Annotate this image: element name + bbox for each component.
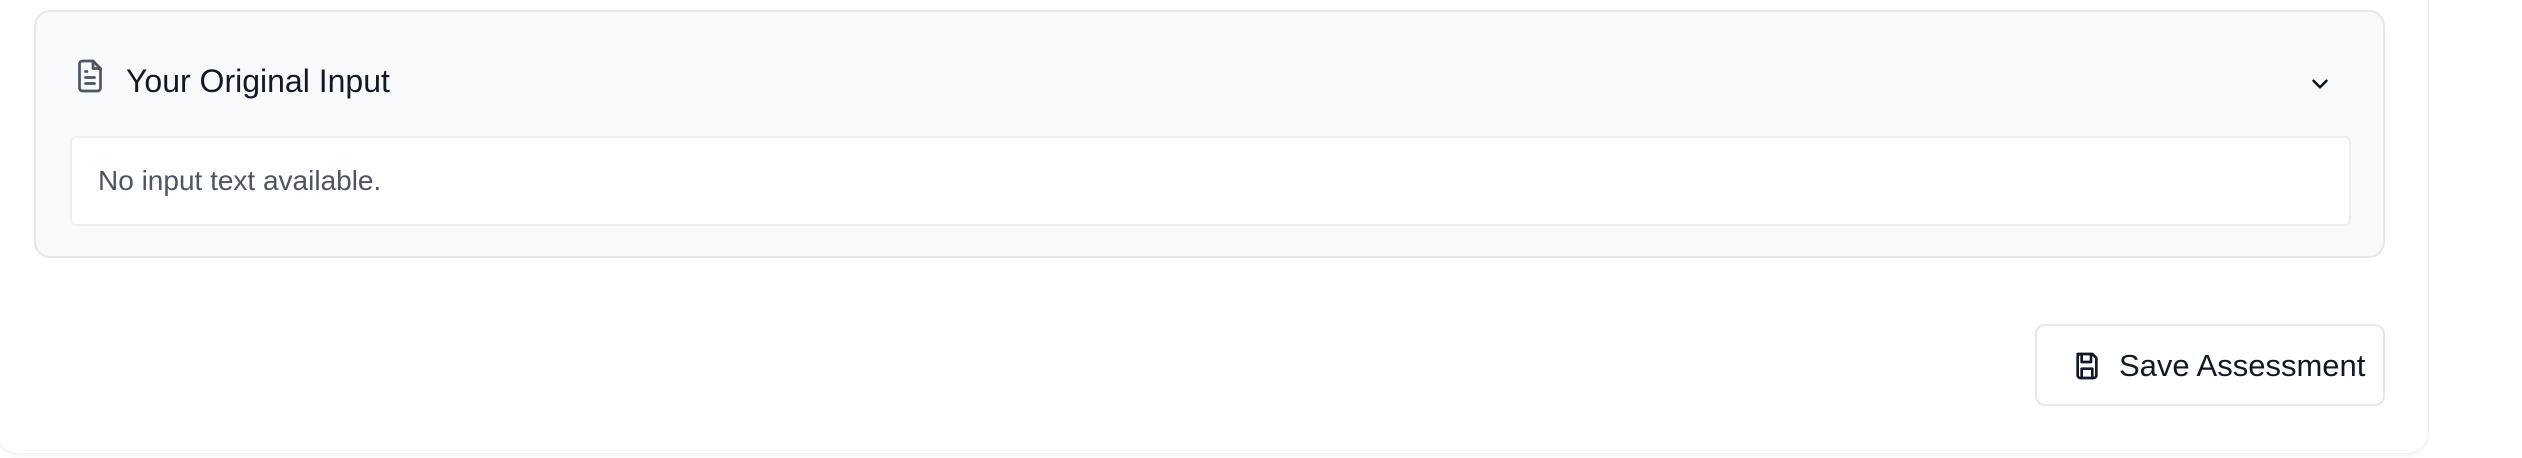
document-icon (78, 59, 102, 93)
original-input-content: No input text available. (70, 136, 2351, 226)
input-empty-message: No input text available. (98, 165, 382, 196)
save-icon (2076, 352, 2098, 380)
chevron-down-icon[interactable] (2307, 71, 2333, 97)
save-assessment-label: Save Assessment (2119, 348, 2366, 383)
original-input-section: Your Original Input No input text availa… (34, 10, 2385, 258)
original-input-header[interactable]: Your Original Input (36, 12, 2383, 132)
save-assessment-button[interactable]: Save Assessment (2035, 324, 2385, 406)
section-title: Your Original Input (126, 63, 390, 99)
